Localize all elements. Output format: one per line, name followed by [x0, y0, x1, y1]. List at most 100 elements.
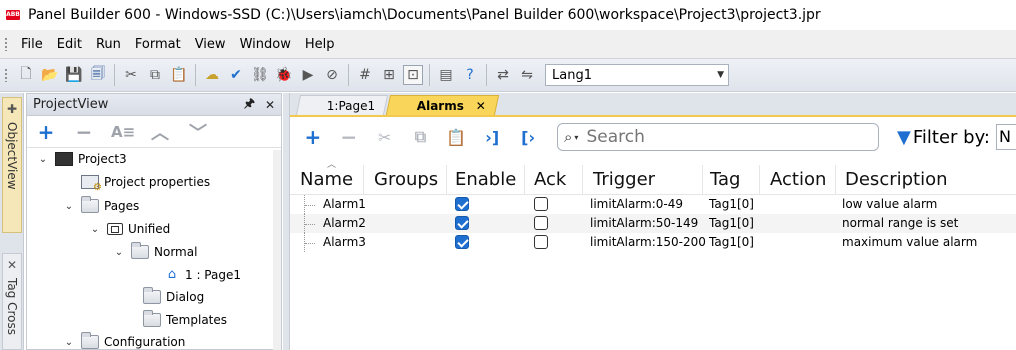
properties-icon[interactable]: ▤	[436, 65, 456, 85]
cell-trigger[interactable]: limitAlarm:50-149	[590, 216, 698, 230]
cell-name[interactable]: Alarm1	[323, 197, 366, 211]
cell-tag[interactable]: Tag1[0]	[709, 235, 754, 249]
search-options-icon[interactable]: ▾	[574, 133, 578, 142]
tree-item-pages[interactable]: ⌄ Pages	[63, 195, 139, 217]
paste-icon[interactable]: 📋	[169, 65, 189, 85]
import-icon[interactable]: ›]	[481, 128, 503, 147]
cell-description[interactable]: low value alarm	[842, 197, 937, 211]
language-select[interactable]: Lang1 ▼	[545, 64, 729, 86]
expand-chevron-icon[interactable]: ⌄	[63, 201, 75, 212]
menu-file[interactable]: File	[14, 37, 50, 52]
column-header-action[interactable]: Action	[770, 169, 826, 190]
tree-item-unified[interactable]: ⌄ Unified	[89, 218, 170, 240]
link-icon[interactable]: ⛓	[250, 65, 270, 85]
object-view-tab[interactable]: ✚ ObjectView	[2, 97, 22, 233]
menu-edit[interactable]: Edit	[50, 37, 89, 52]
cell-tag[interactable]: Tag1[0]	[709, 216, 754, 230]
enable-checkbox[interactable]	[455, 235, 469, 249]
tab-page1[interactable]: 1:Page1	[295, 95, 389, 115]
column-header-trigger[interactable]: Trigger	[593, 169, 655, 190]
cell-trigger[interactable]: limitAlarm:0-49	[590, 197, 683, 211]
tree-item-label: Project3	[78, 152, 127, 166]
expand-chevron-icon[interactable]: ⌄	[37, 154, 49, 165]
column-header-tag[interactable]: Tag	[710, 169, 740, 190]
move-down-icon[interactable]: ﹀	[187, 119, 209, 145]
download-icon[interactable]: ☁	[202, 65, 222, 85]
new-file-icon[interactable]: 🗋	[16, 65, 36, 85]
remove-alarm-icon[interactable]: −	[338, 125, 360, 149]
save-icon[interactable]: 💾	[64, 65, 84, 85]
close-icon[interactable]: ✕	[476, 99, 486, 113]
export-icon[interactable]: [›	[517, 128, 539, 147]
cell-trigger[interactable]: limitAlarm:150-200	[590, 235, 706, 249]
ack-checkbox[interactable]	[534, 235, 548, 249]
enable-checkbox[interactable]	[455, 216, 469, 230]
toolbar-separator	[486, 64, 487, 86]
menu-format[interactable]: Format	[128, 37, 188, 52]
cell-name[interactable]: Alarm3	[323, 235, 366, 249]
add-icon[interactable]: +	[35, 120, 57, 144]
column-header-enable[interactable]: Enable	[455, 169, 516, 190]
tree-item-templates[interactable]: Templates	[125, 309, 227, 331]
snap-grid-icon[interactable]: ⊞	[379, 65, 399, 85]
tab-alarms[interactable]: Alarms ✕	[386, 95, 500, 115]
cut-icon[interactable]: ✂	[121, 65, 141, 85]
project-view-scrollbar[interactable]	[273, 150, 281, 350]
search-input[interactable]	[586, 127, 837, 147]
tree-item-normal[interactable]: ⌄ Normal	[113, 241, 197, 263]
table-row[interactable]: Alarm3 limitAlarm:150-200 Tag1[0] maximu…	[290, 233, 1016, 252]
tree-item-dialog[interactable]: Dialog	[125, 286, 204, 308]
run-icon[interactable]: ▶	[298, 65, 318, 85]
copy-icon[interactable]: ⧉	[145, 65, 165, 85]
menu-view[interactable]: View	[188, 37, 233, 52]
cell-description[interactable]: normal range is set	[842, 216, 958, 230]
open-folder-icon[interactable]: 📂	[40, 65, 60, 85]
cell-name[interactable]: Alarm2	[323, 216, 366, 230]
expand-chevron-icon[interactable]: ⌄	[63, 337, 75, 348]
tree-item-configuration[interactable]: ⌄ Configuration	[63, 331, 185, 350]
menu-run[interactable]: Run	[89, 37, 128, 52]
cell-description[interactable]: maximum value alarm	[842, 235, 977, 249]
column-header-ack[interactable]: Ack	[534, 169, 566, 190]
grid-icon[interactable]: #	[355, 65, 375, 85]
tree-item-project3[interactable]: ⌄ Project3	[37, 148, 127, 170]
save-all-icon[interactable]: 🗐	[88, 65, 108, 85]
menu-help[interactable]: Help	[298, 37, 342, 52]
cut-icon[interactable]: ✂	[374, 128, 396, 147]
column-header-groups[interactable]: Groups	[374, 169, 438, 190]
rename-icon[interactable]: A≡	[111, 123, 135, 141]
column-header-name[interactable]: Name	[300, 169, 353, 190]
toolbar-grip-icon[interactable]	[4, 68, 8, 82]
ack-checkbox[interactable]	[534, 197, 548, 211]
project-view-header: ProjectView 🖈 ✕	[27, 94, 281, 116]
expand-chevron-icon[interactable]: ⌄	[89, 224, 101, 235]
cell-tag[interactable]: Tag1[0]	[709, 197, 754, 211]
expand-chevron-icon[interactable]: ⌄	[113, 247, 125, 258]
align-icon[interactable]: ⊡	[403, 65, 423, 85]
remove-icon[interactable]: −	[73, 120, 95, 144]
pin-icon[interactable]: 🖈	[244, 94, 255, 115]
move-up-icon[interactable]: ︿	[149, 119, 171, 145]
search-icon[interactable]: ⌕	[564, 128, 572, 146]
close-icon[interactable]: ✕	[265, 98, 275, 112]
menu-window[interactable]: Window	[233, 37, 298, 52]
help-icon[interactable]: ?	[460, 65, 480, 85]
ack-checkbox[interactable]	[534, 216, 548, 230]
filter-select[interactable]: N	[996, 124, 1016, 150]
add-alarm-icon[interactable]: +	[302, 125, 324, 149]
enable-checkbox[interactable]	[455, 197, 469, 211]
debug-icon[interactable]: 🐞	[274, 65, 294, 85]
table-row[interactable]: Alarm1 limitAlarm:0-49 Tag1[0] low value…	[290, 195, 1016, 214]
column-header-description[interactable]: Description	[845, 169, 948, 190]
tree-item-page1[interactable]: ⌂ 1 : Page1	[161, 264, 241, 286]
translate-icon[interactable]: ⇄	[493, 65, 513, 85]
table-row[interactable]: Alarm2 limitAlarm:50-149 Tag1[0] normal …	[290, 214, 1016, 233]
validate-icon[interactable]: ✔	[226, 65, 246, 85]
stop-icon[interactable]: ⊘	[322, 65, 342, 85]
tree-item-project-properties[interactable]: Project properties	[63, 171, 210, 193]
menu-grip-icon[interactable]	[4, 37, 8, 51]
language-icon[interactable]: ⇋	[517, 65, 537, 85]
tag-cross-tab[interactable]: ✕ Tag Cross	[2, 253, 22, 350]
paste-icon[interactable]: 📋	[445, 128, 467, 147]
copy-icon[interactable]: ⧉	[410, 127, 432, 147]
